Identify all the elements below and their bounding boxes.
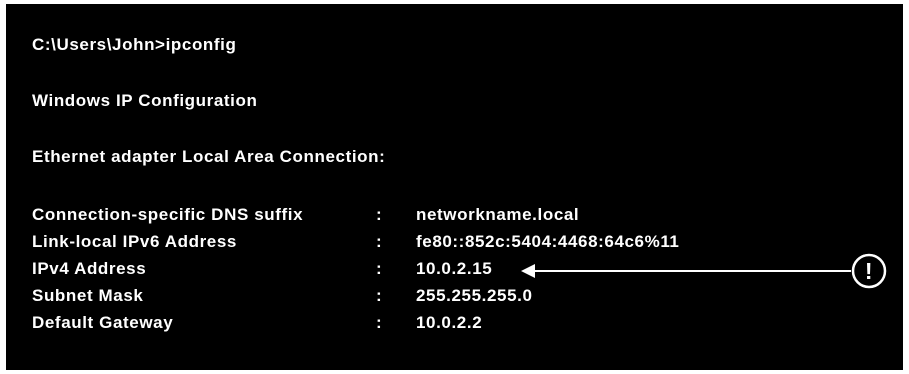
callout-graphic: ! [521, 253, 887, 289]
ipv6-label: Link-local IPv6 Address [32, 232, 237, 251]
arrow-head-icon [521, 264, 535, 278]
separator: : [376, 205, 383, 224]
dns-suffix-value: networkname.local [416, 205, 580, 224]
dns-suffix-row: Connection-specific DNS suffix : network… [32, 205, 752, 225]
command-prompt-window[interactable]: C:\Users\John>ipconfig Windows IP Config… [6, 4, 903, 370]
prompt-command-line: C:\Users\John>ipconfig [32, 35, 237, 54]
separator: : [376, 313, 383, 332]
adapter-heading: Ethernet adapter Local Area Connection: [32, 147, 386, 166]
ipv4-callout: ! [521, 252, 891, 290]
config-heading: Windows IP Configuration [32, 91, 258, 110]
dns-suffix-label: Connection-specific DNS suffix [32, 205, 304, 224]
separator: : [376, 232, 383, 251]
default-gateway-value: 10.0.2.2 [416, 313, 483, 332]
ipv4-value: 10.0.2.15 [416, 259, 493, 278]
default-gateway-label: Default Gateway [32, 313, 174, 332]
ipv4-label: IPv4 Address [32, 259, 147, 278]
ipv6-value: fe80::852c:5404:4468:64c6%11 [416, 232, 680, 251]
separator: : [376, 259, 383, 278]
exclamation-symbol: ! [865, 258, 873, 284]
subnet-mask-value: 255.255.255.0 [416, 286, 533, 305]
subnet-mask-label: Subnet Mask [32, 286, 144, 305]
default-gateway-row: Default Gateway : 10.0.2.2 [32, 313, 752, 333]
separator: : [376, 286, 383, 305]
ipv6-row: Link-local IPv6 Address : fe80::852c:540… [32, 232, 752, 252]
